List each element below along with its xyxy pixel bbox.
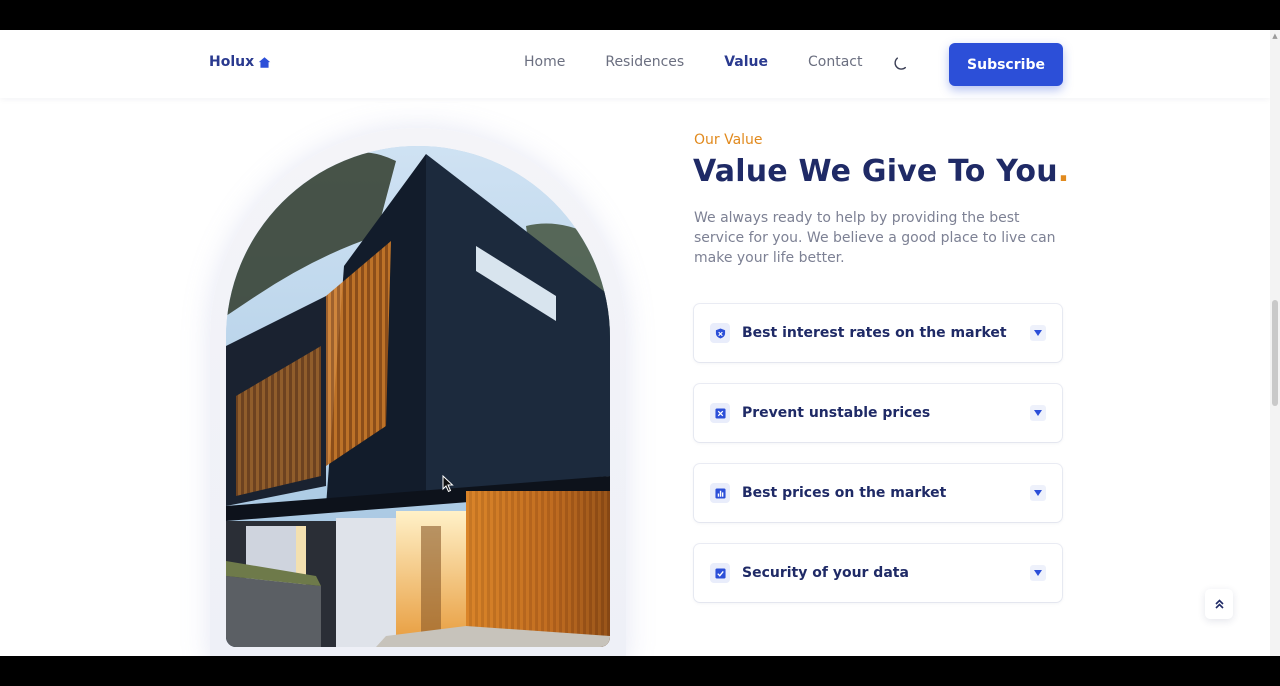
accordion-item-unstable-prices[interactable]: Prevent unstable prices bbox=[694, 384, 1062, 442]
subscribe-button[interactable]: Subscribe bbox=[949, 43, 1063, 86]
page-viewport: Holux Home Residences Value Contact Subs… bbox=[0, 30, 1280, 656]
logo-link[interactable]: Holux bbox=[209, 54, 271, 70]
section-description: We always ready to help by providing the… bbox=[694, 210, 1056, 266]
accordion-item-best-prices[interactable]: Best prices on the market bbox=[694, 464, 1062, 522]
moon-icon[interactable] bbox=[893, 55, 909, 71]
accordion-label: Security of your data bbox=[742, 565, 909, 581]
page-scrollbar[interactable]: ▲ bbox=[1270, 30, 1280, 656]
logo-text: Holux bbox=[209, 54, 255, 70]
double-chevron-up-icon bbox=[1214, 599, 1224, 609]
caret-down-icon[interactable] bbox=[1030, 405, 1046, 421]
accordion-label: Best interest rates on the market bbox=[742, 325, 1007, 341]
section-title: Value We Give To You. bbox=[693, 154, 1069, 189]
accordion-label: Prevent unstable prices bbox=[742, 405, 931, 421]
main-nav: Home Residences Value Contact bbox=[524, 54, 902, 70]
home-icon bbox=[258, 56, 271, 68]
nav-value[interactable]: Value bbox=[724, 54, 768, 70]
section-subtitle: Our Value bbox=[694, 132, 763, 148]
caret-down-icon[interactable] bbox=[1030, 565, 1046, 581]
section-title-text: Value We Give To You bbox=[693, 154, 1058, 189]
scrollbar-thumb[interactable] bbox=[1272, 300, 1278, 406]
title-accent-dot: . bbox=[1057, 154, 1070, 189]
site-header: Holux Home Residences Value Contact Subs… bbox=[0, 30, 1270, 98]
nav-home[interactable]: Home bbox=[524, 54, 565, 70]
chart-icon bbox=[710, 483, 730, 503]
scroll-to-top-button[interactable] bbox=[1205, 589, 1233, 619]
nav-residences[interactable]: Residences bbox=[605, 54, 684, 70]
accordion-label: Best prices on the market bbox=[742, 485, 947, 501]
nav-contact[interactable]: Contact bbox=[808, 54, 862, 70]
caret-down-icon[interactable] bbox=[1030, 485, 1046, 501]
close-square-icon bbox=[710, 403, 730, 423]
scroll-up-arrow-icon[interactable]: ▲ bbox=[1271, 32, 1279, 40]
mouse-cursor-icon bbox=[442, 475, 454, 493]
check-square-icon bbox=[710, 563, 730, 583]
house-image bbox=[226, 146, 610, 647]
accordion-item-interest-rates[interactable]: Best interest rates on the market bbox=[694, 304, 1062, 362]
shield-icon bbox=[710, 323, 730, 343]
caret-down-icon[interactable] bbox=[1030, 325, 1046, 341]
accordion-item-data-security[interactable]: Security of your data bbox=[694, 544, 1062, 602]
